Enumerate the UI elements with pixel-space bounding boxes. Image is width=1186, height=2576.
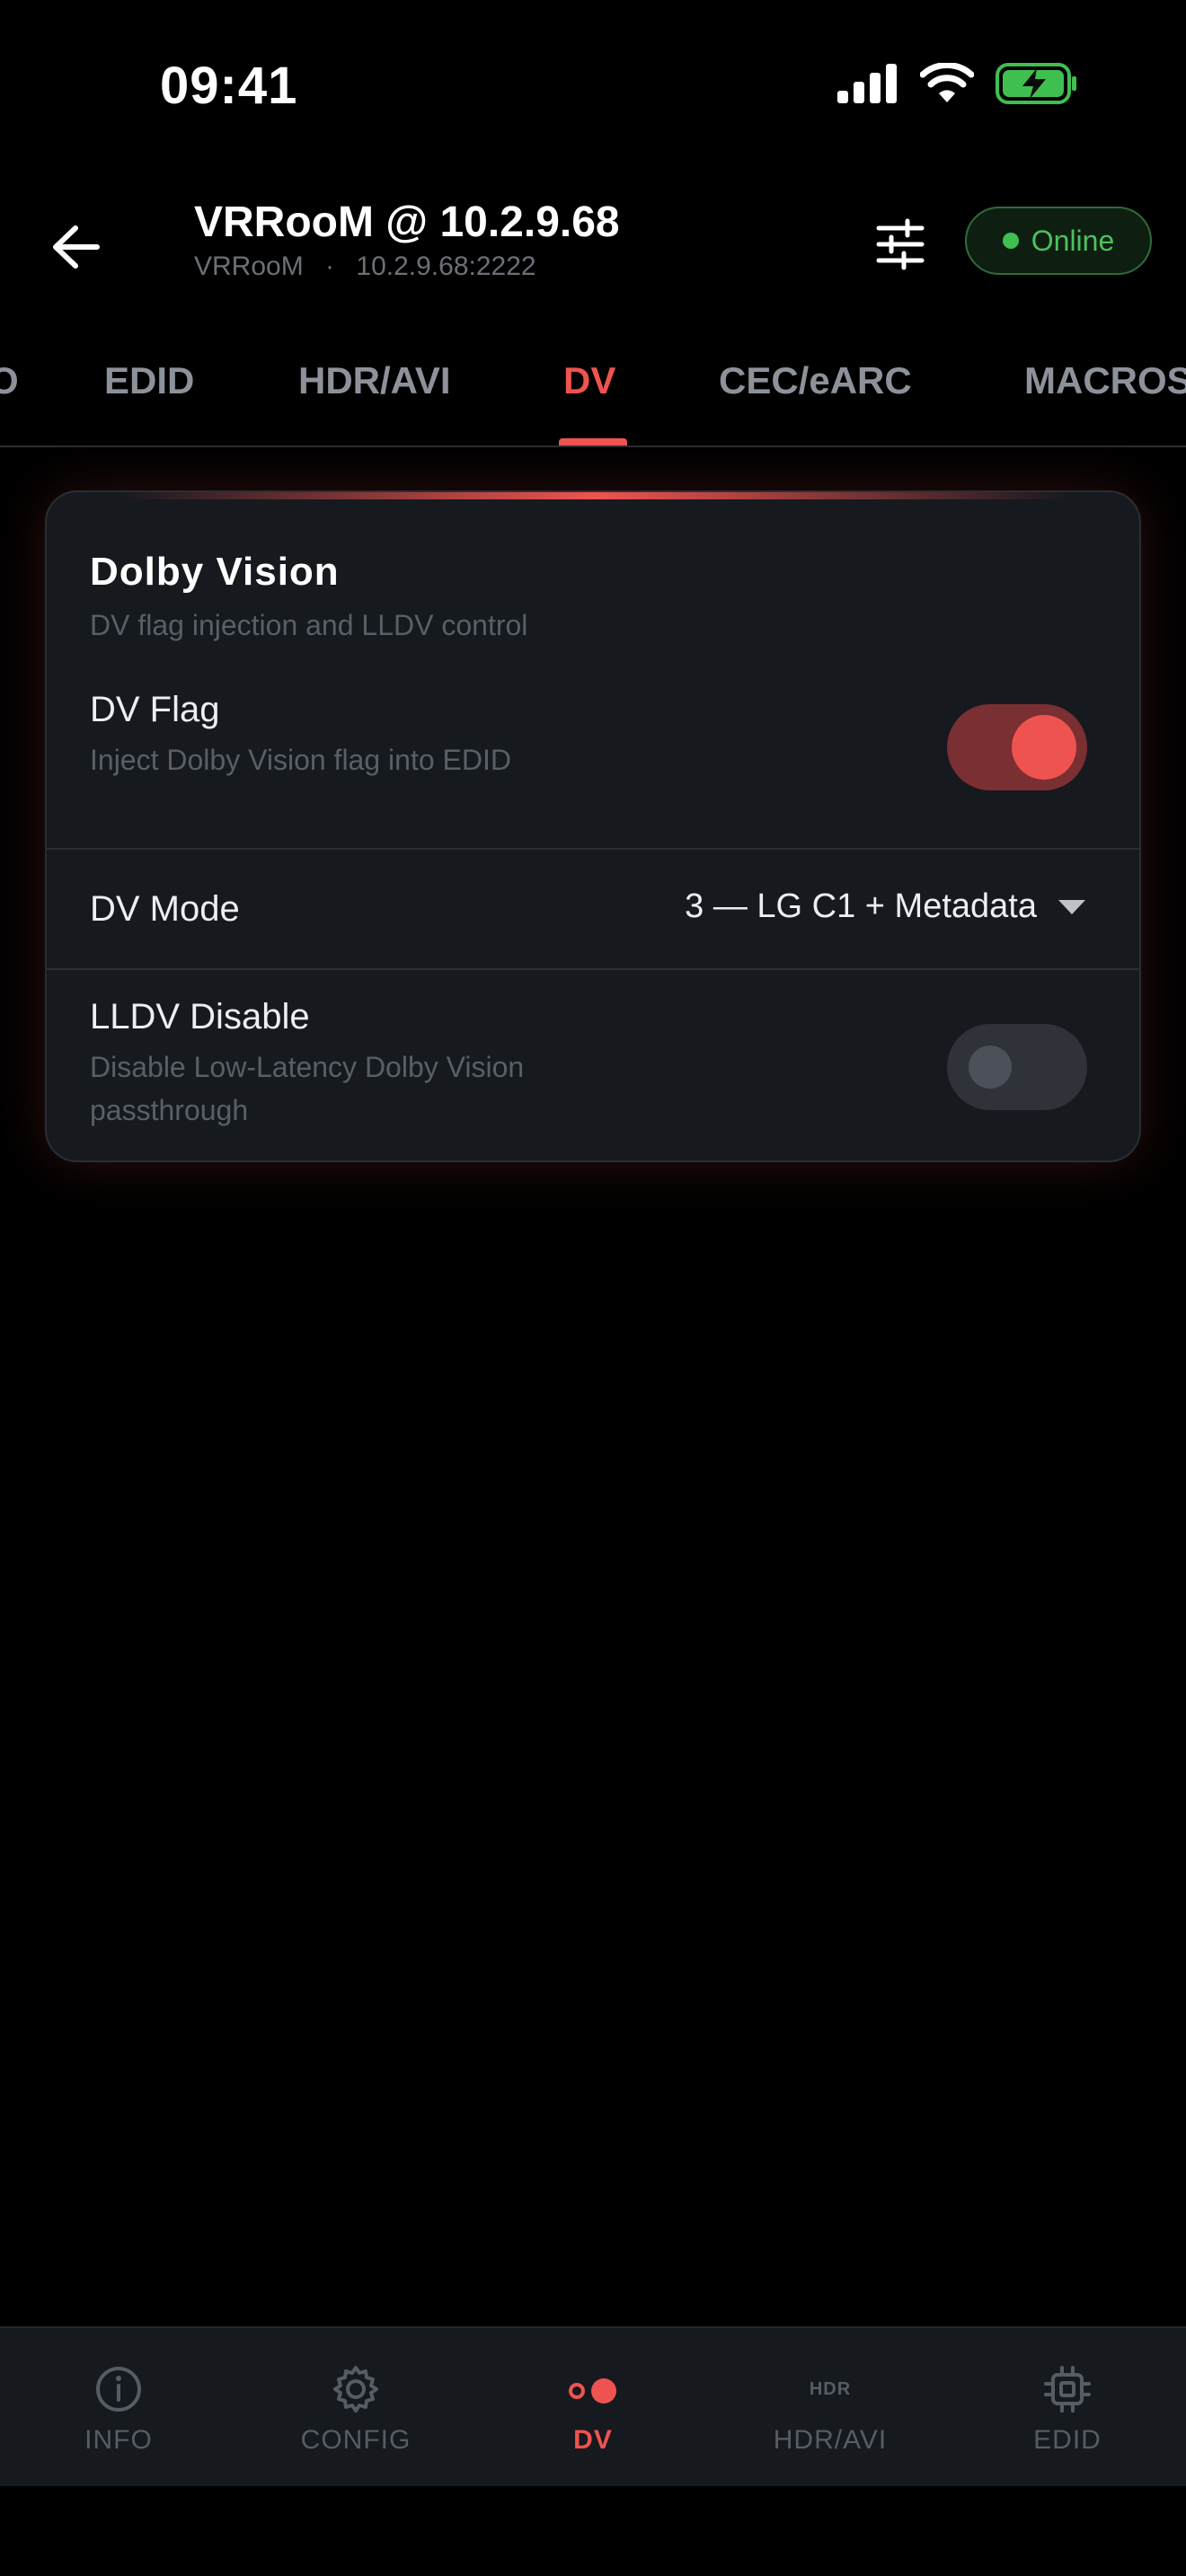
dv-mode-value: 3 — LG C1 + Metadata (685, 887, 1037, 925)
gear-icon (333, 2366, 378, 2413)
subtitle-separator: · (325, 251, 335, 281)
card-title: Dolby Vision (90, 550, 340, 594)
device-subtitle: VRRooM · 10.2.9.68:2222 (194, 251, 536, 282)
toggle-knob (1012, 715, 1076, 780)
device-title: VRRooM @ 10.2.9.68 (194, 198, 620, 246)
tab-macros[interactable]: MACROS (1024, 359, 1186, 402)
lldv-disable-toggle[interactable] (947, 1024, 1087, 1110)
card-accent-glow (119, 492, 1071, 499)
hdr-icon: HDR (801, 2360, 859, 2418)
battery-charging-icon (996, 63, 1076, 104)
nav-item-config[interactable]: CONFIG (237, 2328, 474, 2486)
status-bar: 09:41 (0, 0, 1186, 171)
dv-mode-row[interactable]: DV Mode 3 — LG C1 + Metadata (47, 850, 1139, 968)
nav-label-info: INFO (84, 2425, 153, 2455)
dv-dots-icon (569, 2378, 616, 2404)
lldv-description: Disable Low-Latency Dolby Vision passthr… (90, 1051, 525, 1126)
status-icons (837, 63, 1078, 104)
dv-flag-label: DV Flag (90, 690, 220, 729)
nav-item-info[interactable]: INFO (0, 2328, 237, 2486)
tab-dv[interactable]: DV (563, 359, 615, 402)
lldv-label: LLDV Disable (90, 997, 310, 1037)
online-label: Online (1031, 224, 1115, 257)
card-subtitle: DV flag injection and LLDV control (90, 609, 528, 641)
cellular-signal-icon (837, 64, 897, 103)
info-icon (96, 2367, 141, 2412)
tab-previous[interactable]: O (0, 359, 19, 402)
wifi-icon (920, 63, 974, 102)
sliders-icon[interactable] (872, 216, 929, 273)
dv-mode-select[interactable]: 3 — LG C1 + Metadata (685, 887, 1085, 926)
tab-hdr-avi[interactable]: HDR/AVI (298, 359, 451, 402)
tab-cec-earc[interactable]: CEC/eARC (719, 359, 912, 402)
tab-edid[interactable]: EDID (104, 359, 194, 402)
app-header: VRRooM @ 10.2.9.68 VRRooM · 10.2.9.68:22… (0, 180, 1186, 305)
online-dot-icon (1002, 233, 1019, 249)
nav-label-dv: DV (573, 2425, 613, 2455)
nav-item-hdr-avi[interactable]: HDR HDR/AVI (712, 2328, 949, 2486)
chip-icon (1044, 2366, 1091, 2413)
nav-label-edid: EDID (1033, 2425, 1102, 2455)
section-tabs: O EDID HDR/AVI DV CEC/eARC MACROS (0, 341, 1186, 447)
dv-mode-label: DV Mode (90, 889, 240, 929)
lldv-disable-row: LLDV Disable Disable Low-Latency Dolby V… (47, 970, 1139, 1160)
nav-item-edid[interactable]: EDID (949, 2328, 1186, 2486)
dv-flag-description: Inject Dolby Vision flag into EDID (90, 744, 511, 776)
nav-label-config: CONFIG (300, 2425, 412, 2455)
bottom-navigation: INFO CONFIG DV HDR HDR/AVI EDID (0, 2326, 1186, 2486)
toggle-knob (969, 1045, 1012, 1089)
nav-item-dv[interactable]: DV (474, 2328, 712, 2486)
dv-flag-toggle[interactable] (947, 704, 1087, 790)
nav-label-hdr-avi: HDR/AVI (773, 2425, 888, 2455)
device-address: 10.2.9.68:2222 (356, 251, 536, 281)
online-status-badge: Online (965, 207, 1152, 275)
dolby-vision-card: Dolby Vision DV flag injection and LLDV … (45, 490, 1141, 1162)
status-time: 09:41 (160, 57, 298, 115)
dv-flag-row: DV Flag Inject Dolby Vision flag into ED… (47, 681, 1139, 848)
device-name: VRRooM (194, 251, 304, 281)
back-arrow-icon[interactable] (45, 216, 108, 278)
hdr-icon-text: HDR (809, 2378, 852, 2399)
chevron-down-icon (1058, 899, 1085, 914)
active-tab-indicator (559, 438, 627, 446)
